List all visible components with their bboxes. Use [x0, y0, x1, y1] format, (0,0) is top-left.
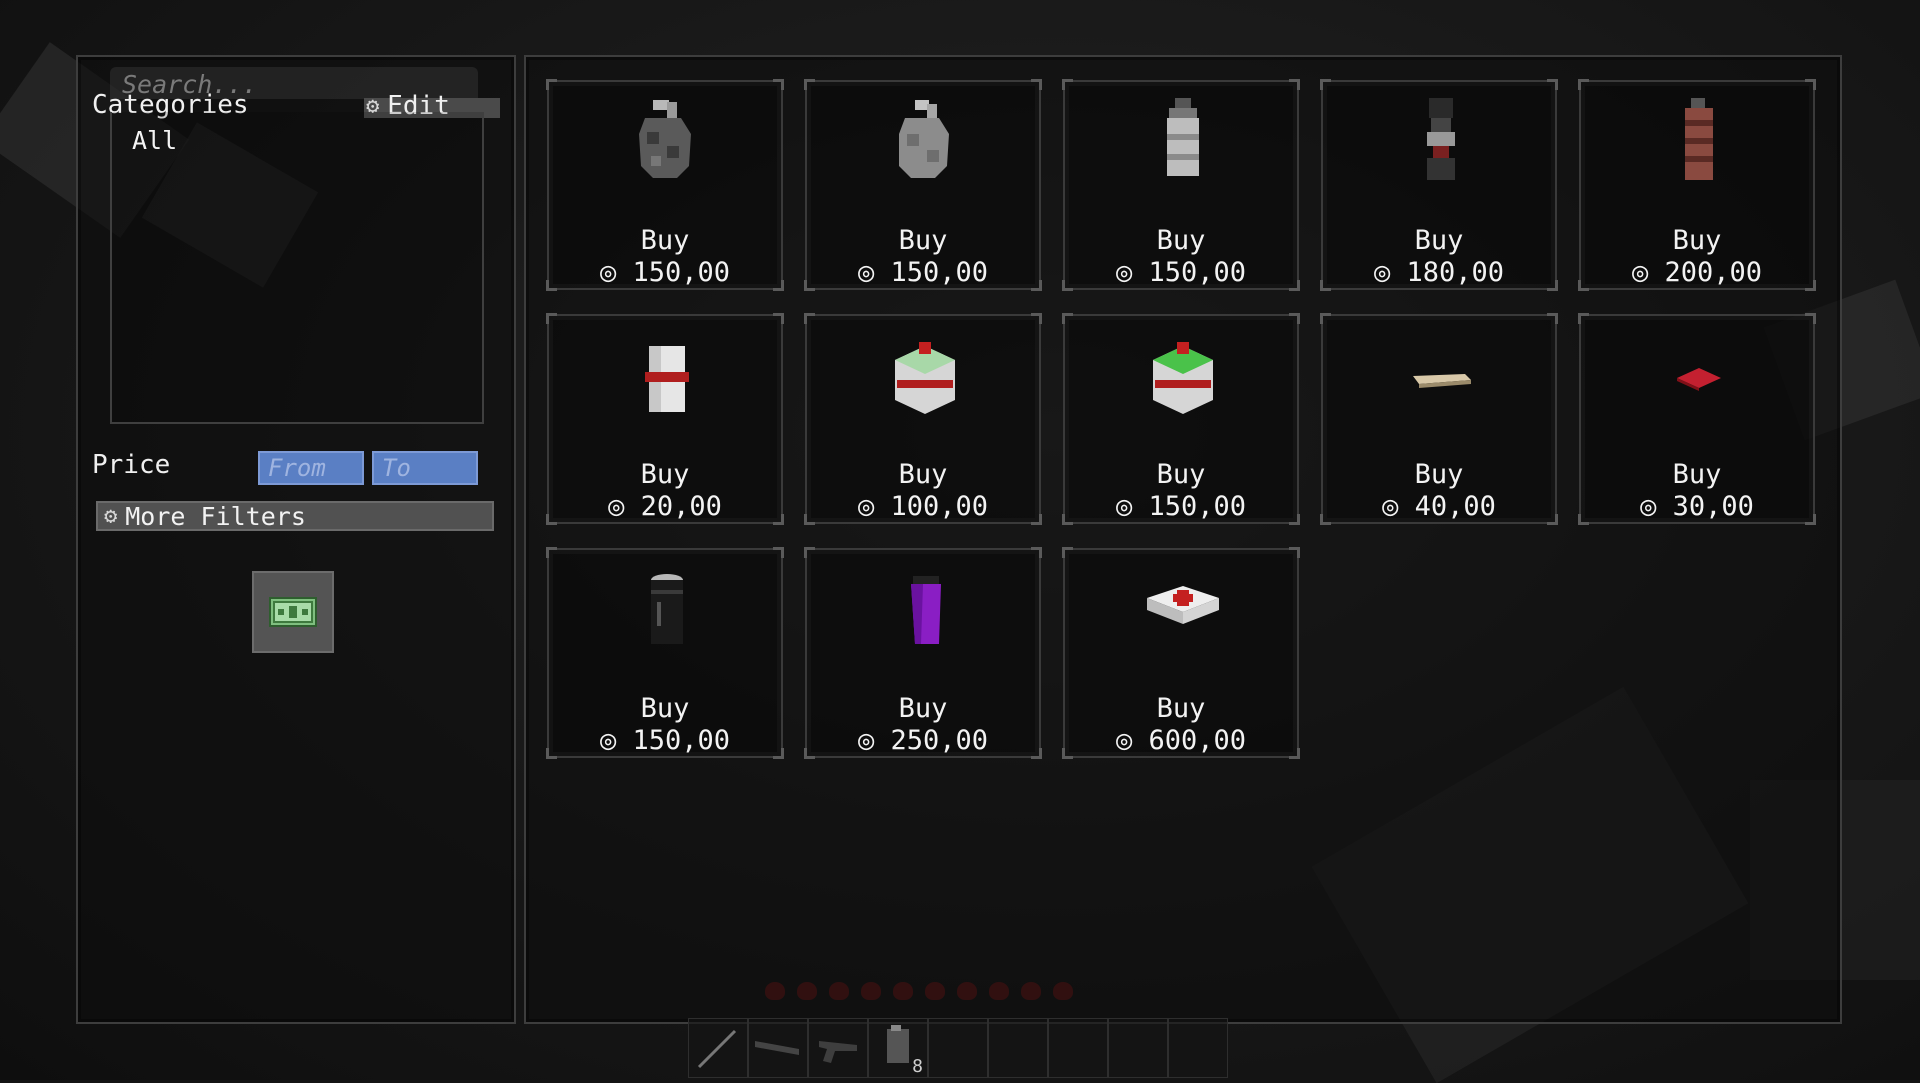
- buy-label: Buy: [898, 225, 948, 256]
- medkit-cube-icon: [895, 342, 955, 414]
- price-tag: ◎ 100,00: [857, 491, 989, 522]
- medkit-cube-green-icon: [1153, 342, 1213, 414]
- price-tag: ◎ 40,00: [1382, 491, 1496, 522]
- hotbar-slot[interactable]: [988, 1018, 1048, 1078]
- product-card[interactable]: Buy ◎ 40,00: [1320, 313, 1558, 525]
- product-card[interactable]: Buy ◎ 150,00: [1062, 313, 1300, 525]
- price-from-input[interactable]: [258, 451, 364, 485]
- item-count: 8: [912, 1056, 923, 1077]
- grenade-dark-icon: [639, 100, 691, 178]
- price-tag: ◎ 200,00: [1631, 257, 1763, 288]
- buy-label: Buy: [640, 693, 690, 724]
- hotbar: 8: [688, 1018, 1228, 1080]
- hotbar-slot[interactable]: [1108, 1018, 1168, 1078]
- flashbang-icon: [1427, 98, 1455, 180]
- gear-icon: ⚙: [104, 503, 118, 529]
- hotbar-slot[interactable]: [688, 1018, 748, 1078]
- heart-icon: [989, 982, 1009, 1000]
- price-tag: ◎ 180,00: [1373, 257, 1505, 288]
- categories-list: All: [110, 112, 484, 424]
- price-tag: ◎ 150,00: [1115, 491, 1247, 522]
- heart-icon: [957, 982, 977, 1000]
- buy-label: Buy: [1414, 225, 1464, 256]
- heart-icon: [861, 982, 881, 1000]
- buy-label: Buy: [1156, 693, 1206, 724]
- price-tag: ◎ 600,00: [1115, 725, 1247, 756]
- bandage-strip-icon: [1413, 374, 1471, 388]
- energy-drink-purple-icon: [911, 576, 941, 644]
- price-tag: ◎ 20,00: [608, 491, 722, 522]
- product-card[interactable]: Buy ◎ 150,00: [804, 79, 1042, 291]
- heart-icon: [1021, 982, 1041, 1000]
- buy-label: Buy: [640, 225, 690, 256]
- red-cloth-icon: [1677, 368, 1721, 391]
- hotbar-slot[interactable]: [1168, 1018, 1228, 1078]
- hotbar-slot[interactable]: [928, 1018, 988, 1078]
- pistol-icon: [819, 1041, 857, 1063]
- product-card[interactable]: Buy ◎ 180,00: [1320, 79, 1558, 291]
- energy-drink-black-icon: [651, 574, 683, 644]
- heart-icon: [829, 982, 849, 1000]
- hotbar-slot[interactable]: 8: [868, 1018, 928, 1078]
- price-to-input[interactable]: [372, 451, 478, 485]
- product-card[interactable]: Buy ◎ 600,00: [1062, 547, 1300, 759]
- bandage-roll-icon: [645, 346, 689, 412]
- knife-icon: [697, 1029, 737, 1069]
- price-label: Price: [92, 450, 171, 480]
- price-tag: ◎ 150,00: [599, 257, 731, 288]
- category-item-all[interactable]: All: [126, 126, 183, 155]
- heart-icon: [1053, 982, 1073, 1000]
- price-tag: ◎ 250,00: [857, 725, 989, 756]
- money-bill-icon: [269, 597, 317, 627]
- wallet-slot[interactable]: [252, 571, 334, 653]
- buy-label: Buy: [1156, 459, 1206, 490]
- buy-label: Buy: [1672, 225, 1722, 256]
- hotbar-slot[interactable]: [1048, 1018, 1108, 1078]
- heart-icon: [925, 982, 945, 1000]
- product-card[interactable]: Buy ◎ 200,00: [1578, 79, 1816, 291]
- price-tag: ◎ 150,00: [1115, 257, 1247, 288]
- buy-label: Buy: [898, 693, 948, 724]
- product-card[interactable]: Buy ◎ 30,00: [1578, 313, 1816, 525]
- price-tag: ◎ 30,00: [1640, 491, 1754, 522]
- more-filters-label: More Filters: [125, 501, 306, 531]
- health-bar: [765, 982, 1073, 1000]
- rifle-icon: [755, 1041, 799, 1055]
- price-tag: ◎ 150,00: [599, 725, 731, 756]
- product-card[interactable]: Buy ◎ 100,00: [804, 313, 1042, 525]
- heart-icon: [765, 982, 785, 1000]
- hotbar-slot[interactable]: [808, 1018, 868, 1078]
- heart-icon: [797, 982, 817, 1000]
- more-filters-button[interactable]: ⚙ More Filters: [96, 501, 494, 531]
- buy-label: Buy: [1672, 459, 1722, 490]
- grenade-gray-icon: [899, 100, 949, 178]
- incendiary-grenade-icon: [1685, 98, 1713, 180]
- product-card[interactable]: Buy ◎ 250,00: [804, 547, 1042, 759]
- product-card[interactable]: Buy ◎ 150,00: [546, 547, 784, 759]
- buy-label: Buy: [1156, 225, 1206, 256]
- heart-icon: [893, 982, 913, 1000]
- product-card[interactable]: Buy ◎ 20,00: [546, 313, 784, 525]
- product-card[interactable]: Buy ◎ 150,00: [546, 79, 784, 291]
- buy-label: Buy: [1414, 459, 1464, 490]
- price-tag: ◎ 150,00: [857, 257, 989, 288]
- buy-label: Buy: [640, 459, 690, 490]
- buy-label: Buy: [898, 459, 948, 490]
- hotbar-slot[interactable]: [748, 1018, 808, 1078]
- product-card[interactable]: Buy ◎ 150,00: [1062, 79, 1300, 291]
- first-aid-kit-icon: [1147, 586, 1219, 624]
- smoke-grenade-icon: [1167, 98, 1199, 176]
